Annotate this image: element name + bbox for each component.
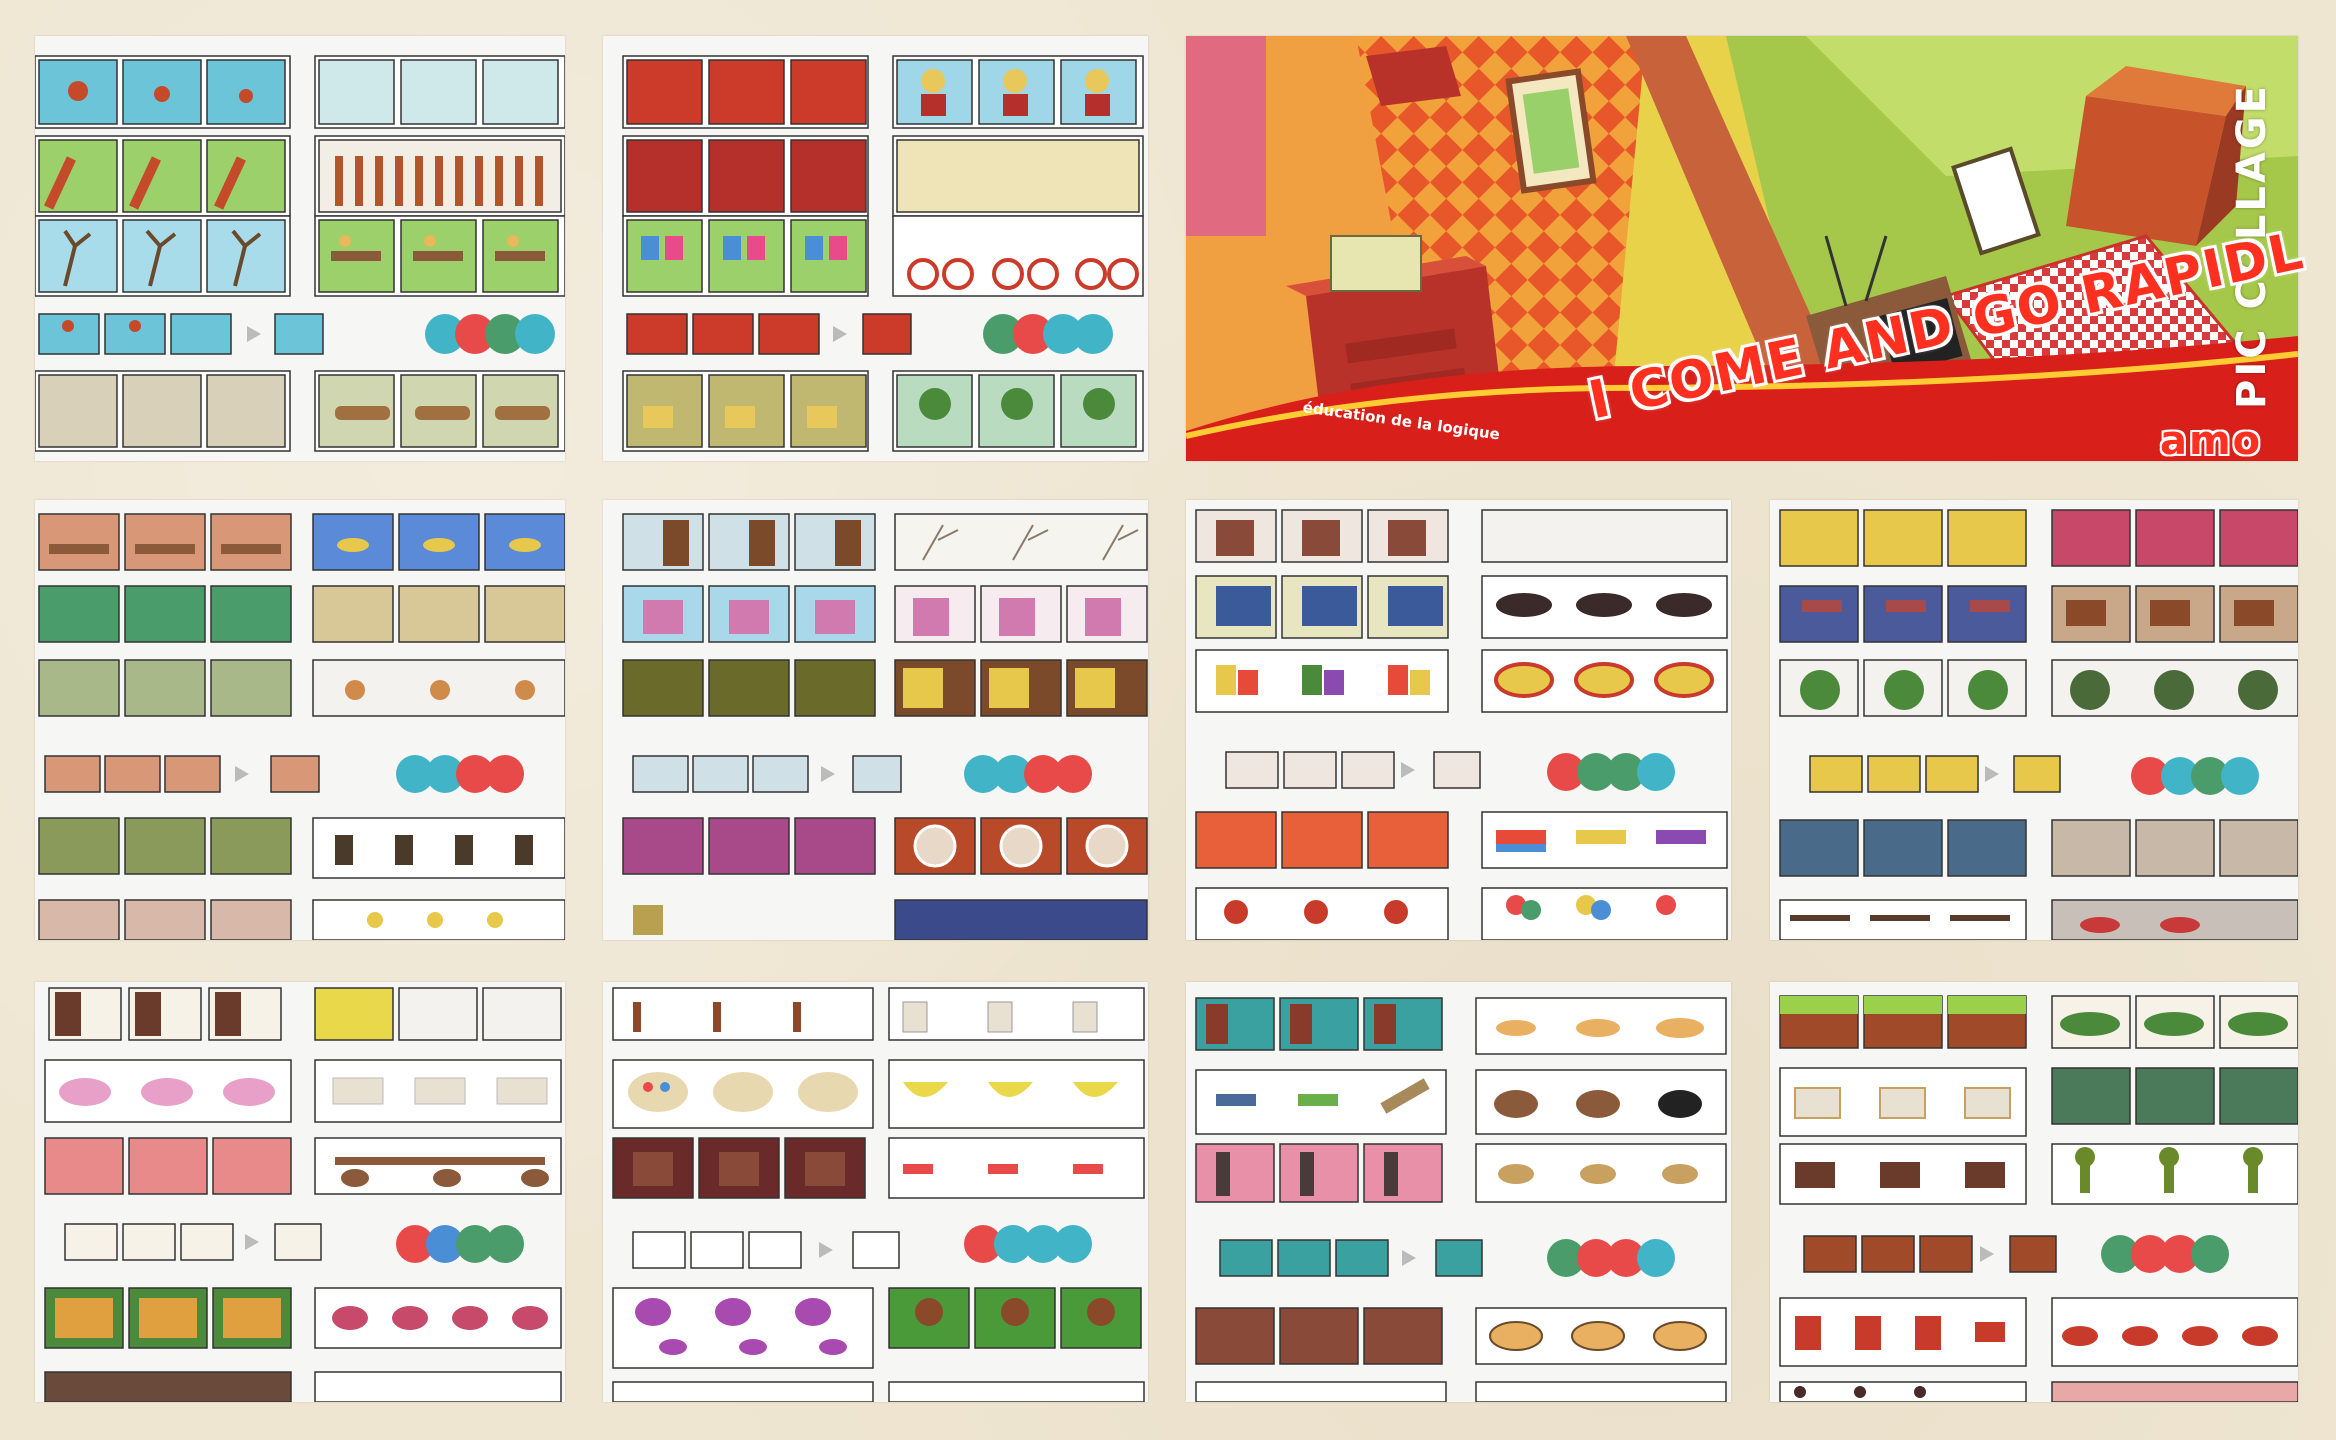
workbook-page-6: [1770, 500, 2298, 940]
workbook-page-3-illustrations: [38, 513, 565, 940]
workbook-page-8-illustrations: [612, 987, 1145, 1402]
workbook-page-7: [35, 982, 565, 1402]
workbook-page-10-illustrations: [1779, 995, 2298, 1402]
workbook-page-2: [603, 36, 1148, 461]
workbook-page-4-illustrations: [622, 513, 1148, 940]
cover-partial-text: amo: [2160, 418, 2263, 464]
workbook-page-9: [1186, 982, 1731, 1402]
workbook-page-9-illustrations: [1195, 997, 1727, 1402]
workbook-page-1-illustrations: [35, 55, 565, 452]
workbook-page-3: [35, 500, 565, 940]
workbook-page-5: [1186, 500, 1731, 940]
workbook-page-2-illustrations: [622, 55, 1144, 452]
workbook-page-5-illustrations: [1195, 509, 1728, 940]
workbook-page-8: [603, 982, 1148, 1402]
workbook-page-4: [603, 500, 1148, 940]
workbook-page-6-illustrations: [1779, 509, 2298, 940]
workbook-page-1: [35, 36, 565, 461]
workbook-page-10: [1770, 982, 2298, 1402]
workbook-page-7-illustrations: [44, 987, 562, 1402]
